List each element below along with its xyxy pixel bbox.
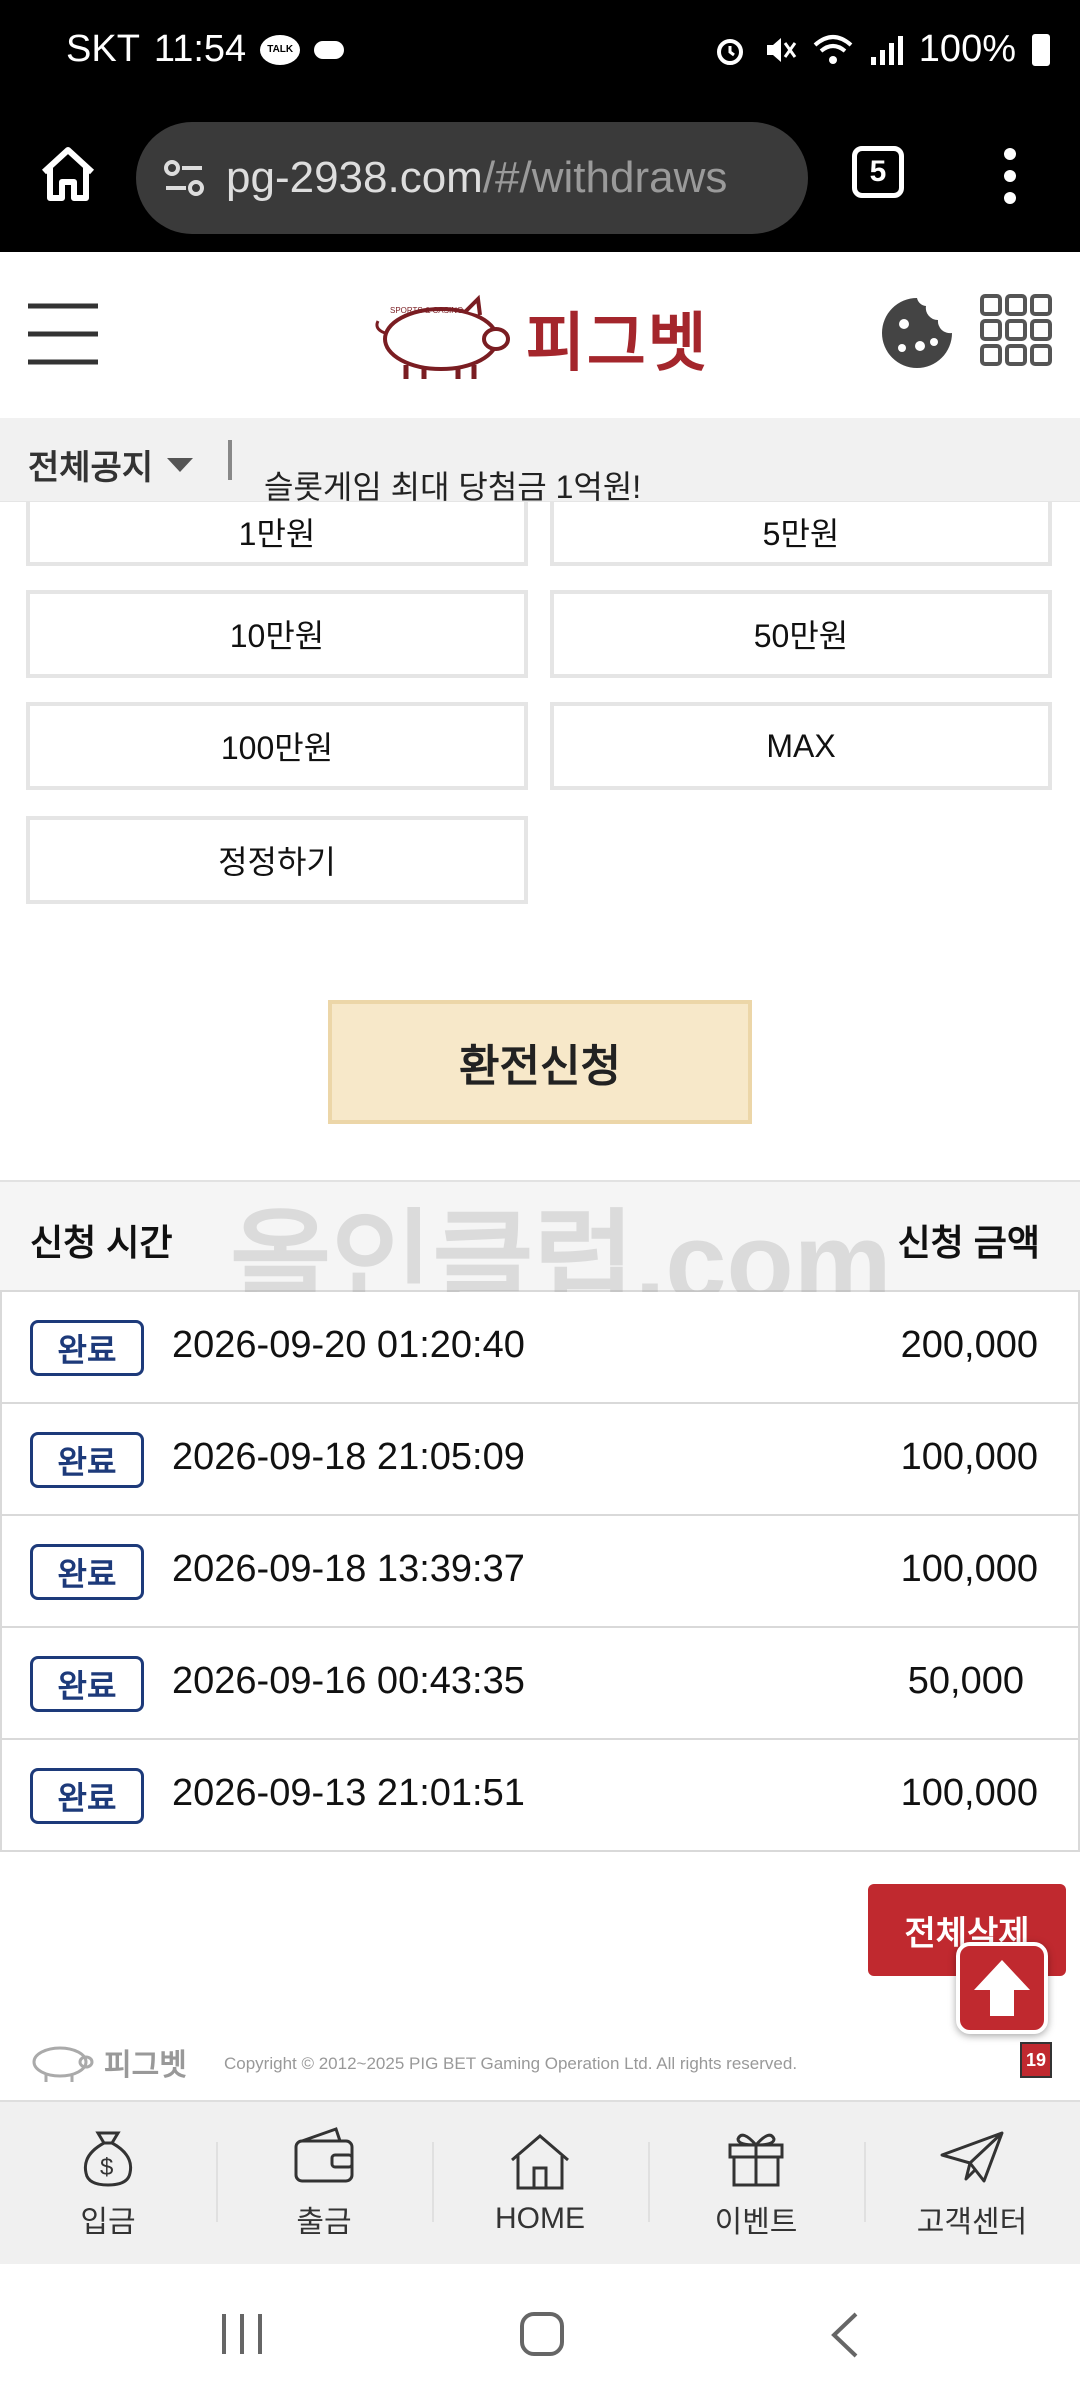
nav-label: HOME (495, 2202, 585, 2235)
request-amount: 100,000 (900, 1436, 1038, 1478)
nav-deposit[interactable]: $ 입금 (0, 2102, 216, 2264)
withdraw-history-table: 신청 시간 올인클럽.com 신청 금액 완료 2026-09-20 01:20… (0, 1180, 1080, 1852)
request-time: 2026-09-13 21:01:51 (172, 1772, 525, 1814)
recent-apps-icon[interactable] (218, 2314, 266, 2354)
browser-home-icon[interactable] (38, 144, 98, 204)
column-header-amount: 신청 금액 (897, 1222, 1040, 1263)
reset-amount-button[interactable]: 정정하기 (26, 816, 528, 904)
table-row: 완료 2026-09-18 13:39:37 100,000 (2, 1516, 1078, 1628)
nav-label: 출금 (296, 2206, 352, 2239)
url-path: /#/withdraws (482, 153, 728, 202)
status-badge: 완료 (30, 1656, 144, 1712)
paper-plane-icon (940, 2131, 1004, 2183)
app-grid-icon[interactable] (980, 294, 1052, 366)
request-time: 2026-09-16 00:43:35 (172, 1660, 525, 1702)
logo-text: 피그벳 (526, 307, 709, 379)
alarm-icon (716, 38, 743, 65)
table-row: 완료 2026-09-16 00:43:35 50,000 (2, 1628, 1078, 1740)
status-badge: 완료 (30, 1432, 144, 1488)
gift-icon (728, 2133, 784, 2187)
clock: 11:54 (153, 28, 247, 70)
mute-icon (766, 37, 797, 62)
table-row: 완료 2026-09-13 21:01:51 100,000 (2, 1740, 1078, 1852)
nav-event[interactable]: 이벤트 (648, 2102, 864, 2264)
cloud-icon (314, 40, 345, 59)
battery-icon (1032, 33, 1050, 66)
copyright-text: Copyright © 2012~2025 PIG BET Gaming Ope… (224, 2054, 798, 2073)
pig-logo-icon (32, 2046, 94, 2082)
amount-100k-button[interactable]: 10만원 (26, 590, 528, 678)
logo-tagline: SPORTS & CASINO (390, 306, 463, 315)
tab-switcher-button[interactable]: 5 (852, 146, 904, 198)
status-badge: 완료 (30, 1320, 144, 1376)
request-amount: 200,000 (900, 1324, 1038, 1366)
nav-home[interactable]: HOME (432, 2102, 648, 2264)
amount-max-button[interactable]: MAX (550, 702, 1052, 790)
nav-label: 고객센터 (916, 2206, 1028, 2239)
age-restriction-badge: 19 (1020, 2042, 1052, 2078)
address-bar[interactable]: pg-2938.com/#/withdraws (136, 122, 808, 234)
site-footer: 피그벳 Copyright © 2012~2025 PIG BET Gaming… (0, 2030, 1080, 2100)
withdraw-request-button[interactable]: 환전신청 (328, 1000, 752, 1124)
notice-divider (228, 440, 232, 480)
site-logo[interactable]: SPORTS & CASINO 피그벳 (366, 290, 716, 386)
svg-text:$: $ (100, 2154, 113, 2181)
system-home-icon[interactable] (520, 2312, 564, 2356)
cookie-icon[interactable] (880, 296, 954, 370)
carrier: SKT (66, 28, 140, 70)
request-time: 2026-09-20 01:20:40 (172, 1324, 525, 1366)
site-settings-icon[interactable] (162, 158, 206, 198)
table-row: 완료 2026-09-18 21:05:09 100,000 (2, 1404, 1078, 1516)
nav-support[interactable]: 고객센터 (864, 2102, 1080, 2264)
hamburger-menu-icon[interactable] (26, 302, 100, 366)
amount-500k-button[interactable]: 50만원 (550, 590, 1052, 678)
money-bag-icon: $ (83, 2131, 133, 2187)
request-time: 2026-09-18 21:05:09 (172, 1436, 525, 1478)
notice-bar: 전체공지 슬롯게임 최대 당첨금 1억원! (0, 418, 1080, 505)
request-amount: 50,000 (907, 1660, 1024, 1702)
status-bar: SKT 11:54 TALK 100% (0, 0, 1080, 108)
bottom-nav: $ 입금 출금 HOME 이벤트 고객센터 (0, 2100, 1080, 2264)
system-nav-bar (0, 2264, 1080, 2400)
caret-down-icon (167, 457, 194, 472)
request-time: 2026-09-18 13:39:37 (172, 1548, 525, 1590)
column-header-time: 신청 시간 (30, 1222, 173, 1263)
footer-logo-text: 피그벳 (104, 2049, 187, 2082)
request-amount: 100,000 (900, 1772, 1038, 1814)
notice-dropdown[interactable]: 전체공지 (28, 440, 194, 489)
house-icon (511, 2134, 569, 2190)
back-icon[interactable] (830, 2312, 860, 2358)
status-badge: 완료 (30, 1544, 144, 1600)
amount-50k-button[interactable]: 5만원 (550, 502, 1052, 566)
amount-1m-button[interactable]: 100만원 (26, 702, 528, 790)
browser-toolbar: pg-2938.com/#/withdraws 5 (0, 108, 1080, 252)
wifi-icon (813, 34, 853, 64)
footer-logo: 피그벳 (26, 2040, 187, 2084)
nav-label: 입금 (80, 2206, 136, 2239)
amount-10k-button[interactable]: 1만원 (26, 502, 528, 566)
table-row: 완료 2026-09-20 01:20:40 200,000 (2, 1292, 1078, 1404)
request-amount: 100,000 (900, 1548, 1038, 1590)
scroll-to-top-button[interactable] (956, 1942, 1048, 2034)
arrow-up-icon (974, 1960, 1030, 2016)
table-header: 신청 시간 올인클럽.com 신청 금액 (0, 1180, 1080, 1324)
battery-percent: 100% (918, 28, 1016, 70)
pig-logo-icon: SPORTS & CASINO (375, 294, 510, 379)
status-badge: 완료 (30, 1768, 144, 1824)
notice-label: 전체공지 (28, 449, 154, 487)
more-menu-icon[interactable] (1000, 146, 1020, 206)
kakaotalk-icon: TALK (260, 34, 301, 65)
url-domain: pg-2938.com (226, 153, 483, 202)
wallet-icon (294, 2127, 354, 2183)
nav-label: 이벤트 (714, 2206, 798, 2239)
nav-withdraw[interactable]: 출금 (216, 2102, 432, 2264)
signal-icon (870, 35, 903, 65)
site-header: SPORTS & CASINO 피그벳 (0, 252, 1080, 418)
